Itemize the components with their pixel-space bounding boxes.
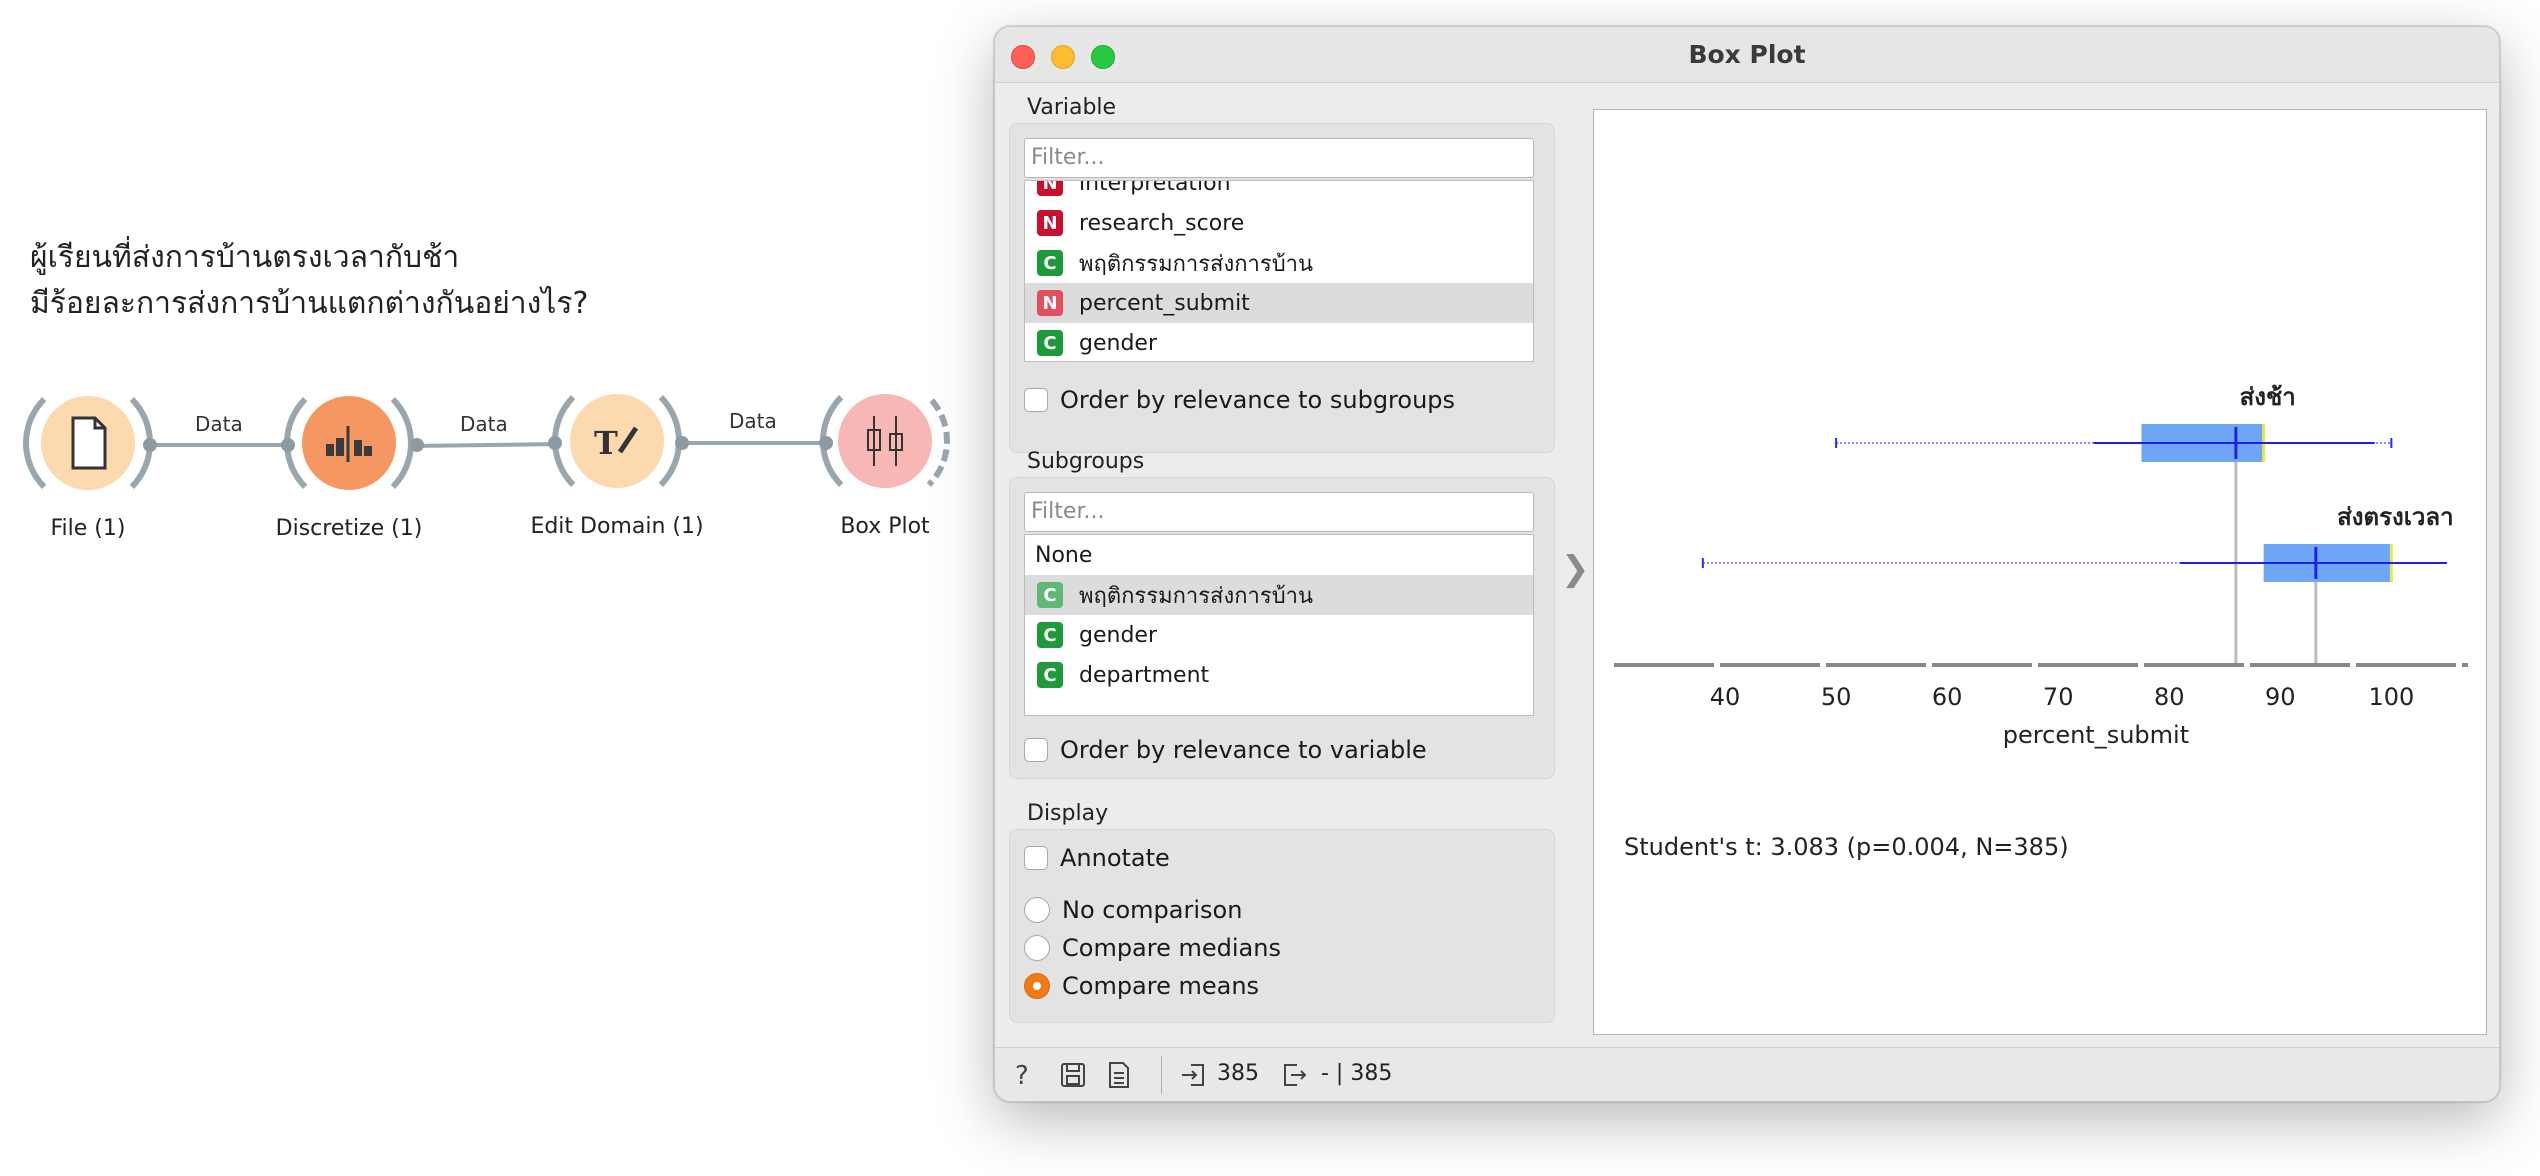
x-tick-label: 90 xyxy=(2265,683,2296,711)
node-label: File (1) xyxy=(50,516,126,541)
box-plot-window[interactable]: Box Plot Variable Filter... N interpreta… xyxy=(994,26,2500,1102)
output-count: - | 385 xyxy=(1321,1061,1393,1086)
radio[interactable] xyxy=(1024,897,1050,923)
no-comparison-radio[interactable]: No comparison xyxy=(1024,896,1242,924)
variable-section-title: Variable xyxy=(1027,95,1117,120)
compare-medians-radio[interactable]: Compare medians xyxy=(1024,934,1281,962)
numeric-variable-icon: N xyxy=(1037,210,1063,236)
x-tick-label: 80 xyxy=(2154,683,2185,711)
variable-filter-input[interactable]: Filter... xyxy=(1024,138,1534,178)
checkbox-label: Annotate xyxy=(1060,844,1170,872)
link-editdomain-boxplot[interactable] xyxy=(682,441,824,445)
x-tick-label: 100 xyxy=(2368,683,2414,711)
list-item[interactable]: N research_score xyxy=(1025,203,1533,243)
list-item[interactable]: C gender xyxy=(1025,323,1533,361)
categorical-variable-icon: C xyxy=(1037,330,1063,356)
categorical-variable-icon: C xyxy=(1037,250,1063,276)
group-label: ส่งตรงเวลา xyxy=(2337,503,2453,531)
group-label: ส่งช้า xyxy=(2240,383,2296,411)
list-item-label: gender xyxy=(1079,330,1157,356)
input-count: 385 xyxy=(1217,1061,1259,1086)
list-item-label: พฤติกรรมการส่งการบ้าน xyxy=(1079,251,1314,277)
link-label: Data xyxy=(460,412,508,436)
node-label: Discretize (1) xyxy=(275,516,423,541)
x-tick-label: 50 xyxy=(1821,683,1852,711)
list-item-label: พฤติกรรมการส่งการบ้าน xyxy=(1079,583,1314,609)
checkbox-label: Order by relevance to variable xyxy=(1060,736,1427,764)
link-file-discretize[interactable] xyxy=(150,443,288,447)
variable-box: Filter... N interpretation N research_sc… xyxy=(1009,123,1555,453)
help-icon[interactable]: ? xyxy=(1015,1061,1029,1091)
list-item[interactable]: C department xyxy=(1025,655,1533,695)
box-plot-icon xyxy=(867,416,903,466)
edit-domain-icon: T xyxy=(594,424,639,462)
list-item-selected[interactable]: N percent_submit xyxy=(1025,283,1533,323)
collapse-panel-button[interactable]: ❯ xyxy=(1561,549,1590,589)
list-item-label: gender xyxy=(1079,622,1157,648)
input-icon xyxy=(1182,1064,1204,1086)
list-item-label: percent_submit xyxy=(1079,290,1250,316)
node-label: Box Plot xyxy=(840,514,930,539)
categorical-variable-icon: C xyxy=(1037,582,1063,608)
link-discretize-editdomain[interactable] xyxy=(417,442,557,448)
question-line-1: ผู้เรียนที่ส่งการบ้านตรงเวลากับช้า xyxy=(30,240,460,275)
checkbox[interactable] xyxy=(1024,846,1048,870)
display-section-title: Display xyxy=(1027,801,1109,826)
list-item-label: None xyxy=(1035,542,1093,568)
report-icon[interactable] xyxy=(1105,1061,1133,1089)
subgroups-box: Filter... None C พฤติกรรมการส่งการบ้าน C… xyxy=(1009,477,1555,779)
order-by-relevance-variable-checkbox[interactable]: Order by relevance to variable xyxy=(1024,736,1427,764)
plot-area[interactable]: ส่งช้าส่งตรงเวลา 40 50 60 70 80 90 100 percent_s… xyxy=(1593,109,2487,1035)
x-axis-label: percent_submit xyxy=(2003,721,2189,749)
list-item-label: interpretation xyxy=(1079,180,1231,196)
list-item-selected[interactable]: C พฤติกรรมการส่งการบ้าน xyxy=(1025,575,1533,615)
list-item-label: department xyxy=(1079,662,1210,688)
subgroups-list[interactable]: None C พฤติกรรมการส่งการบ้าน C gender C … xyxy=(1024,534,1534,716)
statistics-text: Student's t: 3.083 (p=0.004, N=385) xyxy=(1624,833,2069,861)
categorical-variable-icon: C xyxy=(1037,662,1063,688)
discretize-icon xyxy=(326,426,372,462)
list-item[interactable]: C พฤติกรรมการส่งการบ้าน xyxy=(1025,243,1533,283)
title-bar[interactable]: Box Plot xyxy=(995,27,2499,83)
link-label: Data xyxy=(729,409,777,433)
list-item-none[interactable]: None xyxy=(1025,535,1533,575)
list-item-label: research_score xyxy=(1079,210,1245,236)
radio-label: Compare means xyxy=(1062,972,1260,1000)
x-tick-label: 70 xyxy=(2043,683,2074,711)
order-by-relevance-subgroups-checkbox[interactable]: Order by relevance to subgroups xyxy=(1024,386,1455,414)
radio-checked[interactable] xyxy=(1024,973,1050,999)
x-tick-label: 40 xyxy=(1710,683,1741,711)
question-line-2: มีร้อยละการส่งการบ้านแตกต่างกันอย่างไร? xyxy=(30,286,589,321)
radio-label: Compare medians xyxy=(1062,934,1281,962)
display-box: Annotate No comparison Compare medians C… xyxy=(1009,829,1555,1023)
file-icon xyxy=(71,416,107,470)
list-item[interactable]: C gender xyxy=(1025,615,1533,655)
numeric-variable-icon: N xyxy=(1037,290,1063,316)
checkbox-label: Order by relevance to subgroups xyxy=(1060,386,1456,414)
output-icon xyxy=(1284,1064,1307,1086)
canvas-annotation[interactable]: ผู้เรียนที่ส่งการบ้านตรงเวลากับช้า มีร้อ… xyxy=(30,235,588,327)
subgroups-section-title: Subgroups xyxy=(1027,449,1145,474)
save-icon[interactable] xyxy=(1059,1061,1087,1089)
subgroups-filter-input[interactable]: Filter... xyxy=(1024,492,1534,532)
checkbox[interactable] xyxy=(1024,738,1048,762)
compare-means-radio[interactable]: Compare means xyxy=(1024,972,1259,1000)
window-title: Box Plot xyxy=(1688,40,1806,69)
node-label: Edit Domain (1) xyxy=(530,514,704,539)
status-bar: ? 385 - | 385 xyxy=(995,1047,2499,1101)
checkbox[interactable] xyxy=(1024,388,1048,412)
numeric-variable-icon: N xyxy=(1037,181,1063,196)
x-tick-label: 60 xyxy=(1932,683,1963,711)
radio-label: No comparison xyxy=(1062,896,1243,924)
link-label: Data xyxy=(195,412,243,436)
radio[interactable] xyxy=(1024,935,1050,961)
workflow-canvas[interactable]: ผู้เรียนที่ส่งการบ้านตรงเวลากับช้า มีร้อ… xyxy=(0,0,980,1176)
list-item[interactable]: N interpretation xyxy=(1025,180,1533,203)
variable-list[interactable]: N interpretation N research_score C พฤติ… xyxy=(1024,180,1534,362)
svg-text:T: T xyxy=(594,424,618,462)
categorical-variable-icon: C xyxy=(1037,622,1063,648)
box-plot-chart: ส่งช้าส่งตรงเวลา 40 50 60 70 80 90 100 percent_s… xyxy=(1614,383,2468,861)
annotate-checkbox[interactable]: Annotate xyxy=(1024,844,1170,872)
